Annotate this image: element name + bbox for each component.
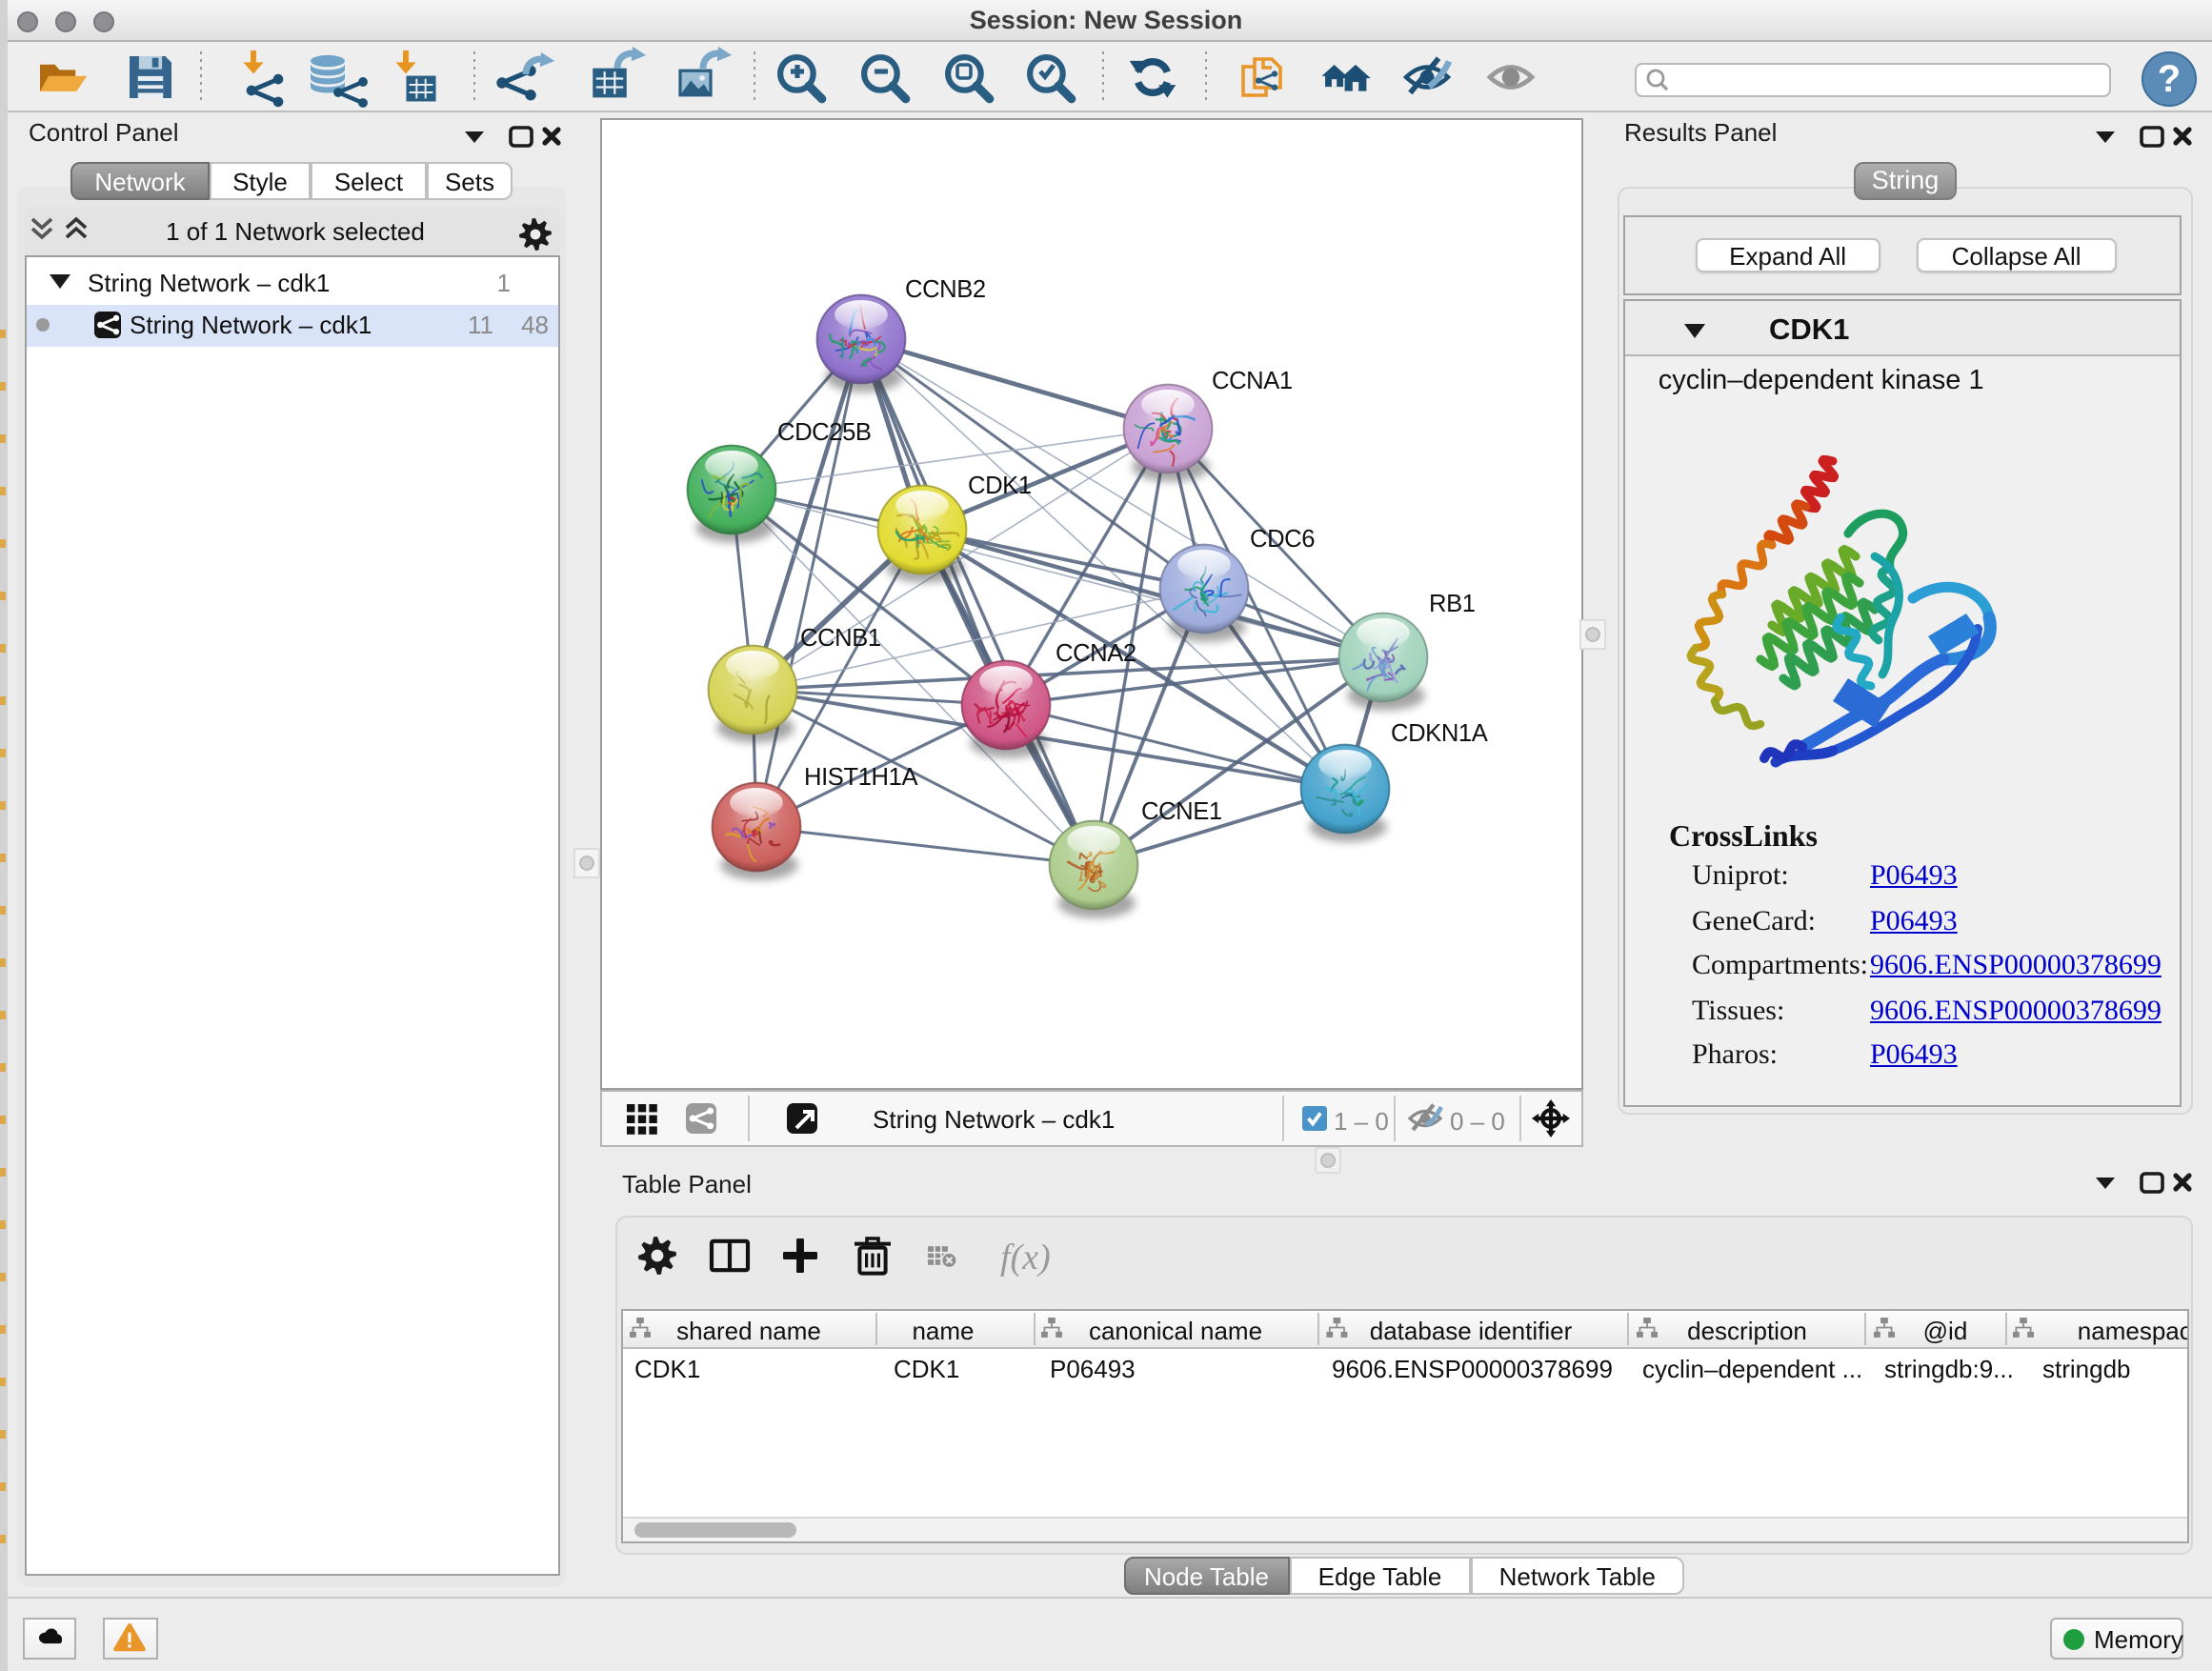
svg-text:CCNE1: CCNE1 — [1141, 798, 1222, 825]
svg-text:CCNA2: CCNA2 — [1056, 640, 1136, 667]
svg-text:CDC6: CDC6 — [1250, 526, 1315, 553]
svg-text:CDKN1A: CDKN1A — [1391, 720, 1489, 747]
svg-text:CCNB1: CCNB1 — [800, 625, 881, 652]
svg-text:HIST1H1A: HIST1H1A — [804, 764, 918, 791]
svg-text:CDK1: CDK1 — [968, 473, 1032, 499]
svg-text:CCNB2: CCNB2 — [905, 276, 986, 303]
svg-text:f(x): f(x) — [1001, 1237, 1052, 1277]
svg-text:CDC25B: CDC25B — [777, 419, 872, 446]
svg-text:RB1: RB1 — [1429, 591, 1476, 617]
svg-text:CCNA1: CCNA1 — [1212, 368, 1293, 394]
